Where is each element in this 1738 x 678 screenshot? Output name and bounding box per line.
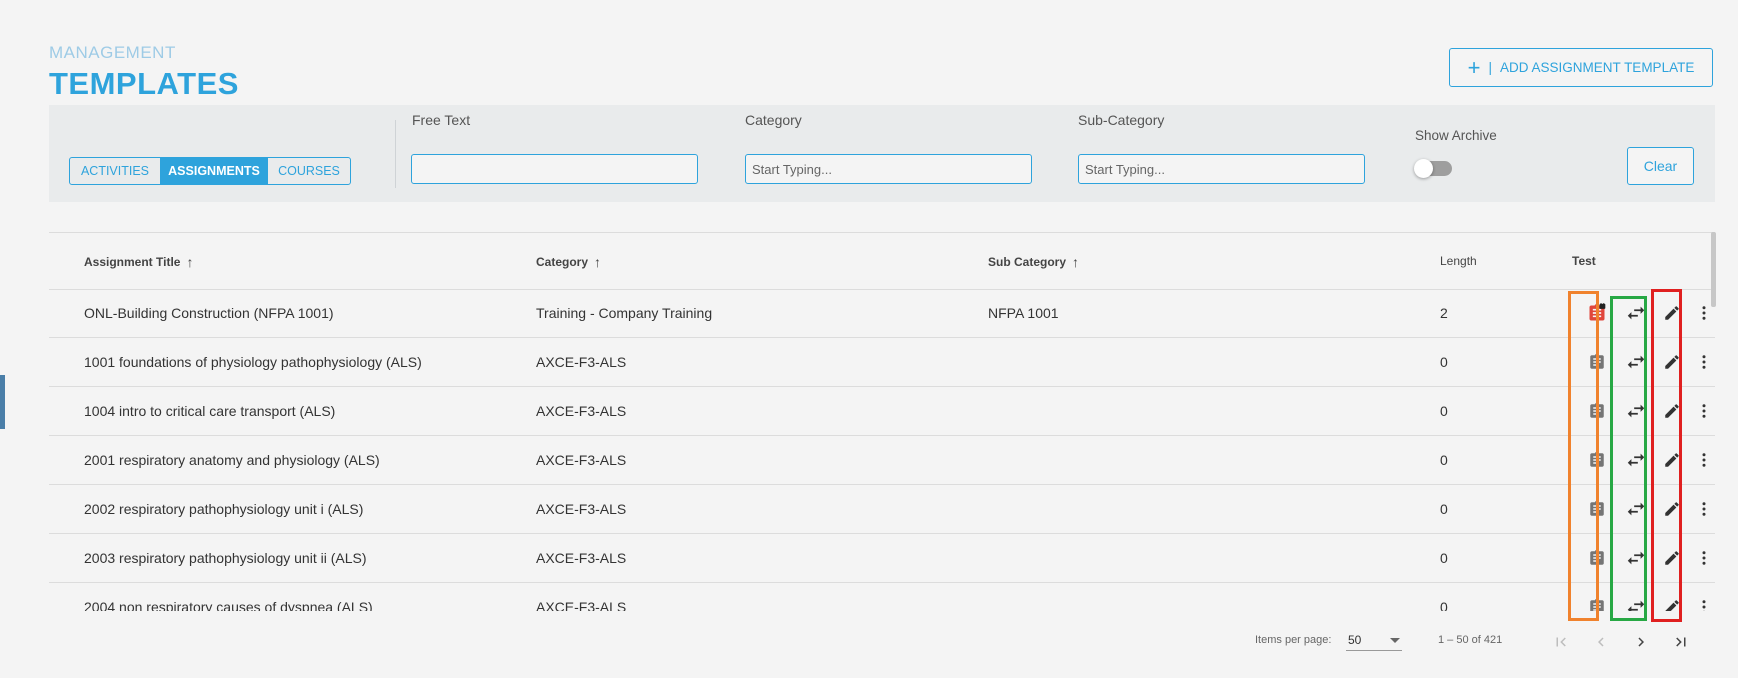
- table-row[interactable]: 1004 intro to critical care transport (A…: [49, 387, 1715, 436]
- sort-arrow-icon: ↑: [186, 254, 194, 270]
- last-page-button[interactable]: [1669, 630, 1693, 654]
- table-row[interactable]: ONL-Building Construction (NFPA 1001) Tra…: [49, 289, 1715, 338]
- category-input[interactable]: [745, 154, 1032, 184]
- category-cell: AXCE-F3-ALS: [536, 403, 627, 419]
- length-cell: 0: [1440, 599, 1448, 611]
- plus-icon: +: [1467, 54, 1481, 80]
- table-row[interactable]: 2003 respiratory pathophysiology unit ii…: [49, 534, 1715, 583]
- more-vert-icon[interactable]: [1692, 350, 1715, 374]
- show-archive-label: Show Archive: [1415, 128, 1497, 143]
- assignment-title-cell: 1004 intro to critical care transport (A…: [84, 403, 336, 419]
- more-vert-icon[interactable]: [1692, 448, 1715, 472]
- previous-page-button[interactable]: [1589, 630, 1613, 654]
- show-archive-toggle[interactable]: [1414, 159, 1452, 178]
- assignment-title-cell: 1001 foundations of physiology pathophys…: [84, 354, 422, 370]
- toggle-knob: [1414, 159, 1433, 178]
- length-cell: 0: [1440, 550, 1448, 566]
- next-page-button[interactable]: [1629, 630, 1653, 654]
- length-cell: 0: [1440, 403, 1448, 419]
- column-header-test: Test: [1572, 254, 1596, 268]
- sub-category-cell: NFPA 1001: [988, 305, 1059, 321]
- first-page-button[interactable]: [1549, 630, 1573, 654]
- chevron-left-icon: [1598, 637, 1604, 647]
- swap-column-highlight: [1610, 296, 1647, 621]
- assignment-title-cell: 2004 non respiratory causes of dyspnea (…: [84, 599, 373, 611]
- assignment-title-cell: 2001 respiratory anatomy and physiology …: [84, 452, 380, 468]
- free-text-label: Free Text: [412, 112, 471, 128]
- last-page-icon: [1676, 637, 1686, 647]
- tab-activities[interactable]: ACTIVITIES: [70, 158, 160, 184]
- page-range: 1 – 50 of 421: [1438, 634, 1503, 646]
- tab-courses[interactable]: COURSES: [268, 158, 350, 184]
- first-page-icon: [1556, 637, 1566, 647]
- test-column-highlight: [1568, 291, 1599, 621]
- button-separator: |: [1488, 60, 1493, 75]
- template-type-toggle: ACTIVITIES ASSIGNMENTS COURSES: [69, 157, 351, 185]
- items-per-page-select[interactable]: 50: [1346, 630, 1402, 651]
- assignment-title-cell: ONL-Building Construction (NFPA 1001): [84, 305, 334, 321]
- table-row[interactable]: 2001 respiratory anatomy and physiology …: [49, 436, 1715, 485]
- column-header-assignment-title[interactable]: Assignment Title ↑: [84, 254, 193, 270]
- dropdown-arrow-icon: [1390, 638, 1400, 643]
- category-cell: AXCE-F3-ALS: [536, 599, 627, 611]
- category-cell: AXCE-F3-ALS: [536, 452, 627, 468]
- side-edge-marker: [0, 375, 5, 429]
- sort-arrow-icon: ↑: [594, 254, 602, 270]
- more-vert-icon[interactable]: [1692, 546, 1715, 570]
- category-cell: Training - Company Training: [536, 305, 713, 321]
- assignment-title-cell: 2002 respiratory pathophysiology unit i …: [84, 501, 364, 517]
- more-vert-icon[interactable]: [1692, 497, 1715, 521]
- items-per-page-label: Items per page:: [1255, 634, 1332, 646]
- length-cell: 0: [1440, 354, 1448, 370]
- length-cell: 2: [1440, 305, 1448, 321]
- page-title: TEMPLATES: [49, 66, 239, 101]
- sub-category-label: Sub-Category: [1078, 112, 1165, 128]
- table-row[interactable]: 1001 foundations of physiology pathophys…: [49, 338, 1715, 387]
- filter-bar: ACTIVITIES ASSIGNMENTS COURSES Free Text…: [49, 105, 1715, 202]
- templates-table: Assignment Title ↑ Category ↑ Sub Catego…: [49, 232, 1715, 611]
- filter-divider: [395, 120, 396, 188]
- assignment-title-cell: 2003 respiratory pathophysiology unit ii…: [84, 550, 367, 566]
- add-assignment-template-button[interactable]: + | ADD ASSIGNMENT TEMPLATE: [1449, 48, 1713, 87]
- table-row[interactable]: 2004 non respiratory causes of dyspnea (…: [49, 583, 1715, 611]
- table-scrollbar[interactable]: [1711, 232, 1716, 307]
- length-cell: 0: [1440, 501, 1448, 517]
- length-cell: 0: [1440, 452, 1448, 468]
- sort-arrow-icon: ↑: [1072, 254, 1080, 270]
- table-row[interactable]: 2002 respiratory pathophysiology unit i …: [49, 485, 1715, 534]
- column-header-sub-category[interactable]: Sub Category ↑: [988, 254, 1079, 270]
- more-vert-icon[interactable]: [1692, 595, 1715, 611]
- tab-assignments[interactable]: ASSIGNMENTS: [160, 158, 268, 184]
- sub-category-input[interactable]: [1078, 154, 1365, 184]
- free-text-input[interactable]: [411, 154, 698, 184]
- clear-button[interactable]: Clear: [1627, 147, 1694, 185]
- column-header-length: Length: [1440, 254, 1477, 268]
- more-vert-icon[interactable]: [1692, 399, 1715, 423]
- category-cell: AXCE-F3-ALS: [536, 354, 627, 370]
- add-button-label: ADD ASSIGNMENT TEMPLATE: [1500, 60, 1695, 75]
- chevron-right-icon: [1638, 637, 1644, 647]
- category-cell: AXCE-F3-ALS: [536, 550, 627, 566]
- breadcrumb: MANAGEMENT: [49, 43, 176, 62]
- table-header: Assignment Title ↑ Category ↑ Sub Catego…: [49, 233, 1715, 290]
- category-cell: AXCE-F3-ALS: [536, 501, 627, 517]
- edit-column-highlight: [1651, 289, 1682, 622]
- column-header-category[interactable]: Category ↑: [536, 254, 601, 270]
- category-label: Category: [745, 112, 802, 128]
